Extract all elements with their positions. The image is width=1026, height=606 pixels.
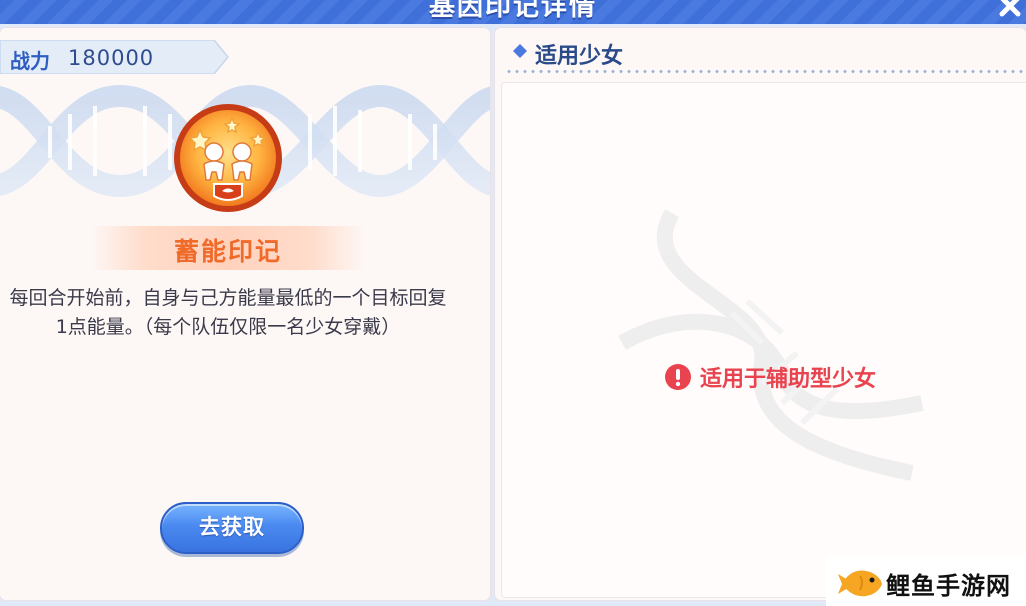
site-watermark-text: 鲤鱼手游网 (886, 572, 1011, 600)
close-button[interactable] (996, 0, 1024, 20)
notice-text: 适用于辅助型少女 (700, 367, 877, 392)
dialog-title: 基因印记详情 (428, 0, 597, 22)
dna-watermark-decoration (618, 209, 924, 481)
applicable-girls-panel: 适用少女 适用于辅助型少女 (495, 28, 1026, 600)
alert-circle-icon (665, 364, 691, 390)
diamond-icon (513, 44, 527, 58)
power-value: 180000 (68, 46, 155, 70)
section-divider (505, 70, 1026, 73)
mark-detail-panel: 战力 180000 蓄能印记 每回合开始前，自身与己方能量最低的一个目标回复1点… (0, 28, 490, 600)
close-icon (999, 0, 1021, 17)
two-figures-badge-icon (174, 104, 282, 212)
site-watermark: 鲤鱼手游网 (826, 556, 1026, 606)
mark-name: 蓄能印记 (173, 237, 282, 266)
applicable-girls-list[interactable]: 适用于辅助型少女 (501, 82, 1026, 598)
title-bar: 基因印记详情 (0, 0, 1026, 24)
section-title: 适用少女 (535, 44, 624, 69)
power-tag: 战力 180000 (0, 40, 230, 74)
fish-icon (838, 570, 882, 597)
power-label: 战力 (10, 49, 50, 73)
go-obtain-button[interactable]: 去获取 (160, 502, 304, 554)
mark-description: 每回合开始前，自身与己方能量最低的一个目标回复1点能量。（每个队伍仅限一名少女穿… (9, 287, 447, 338)
